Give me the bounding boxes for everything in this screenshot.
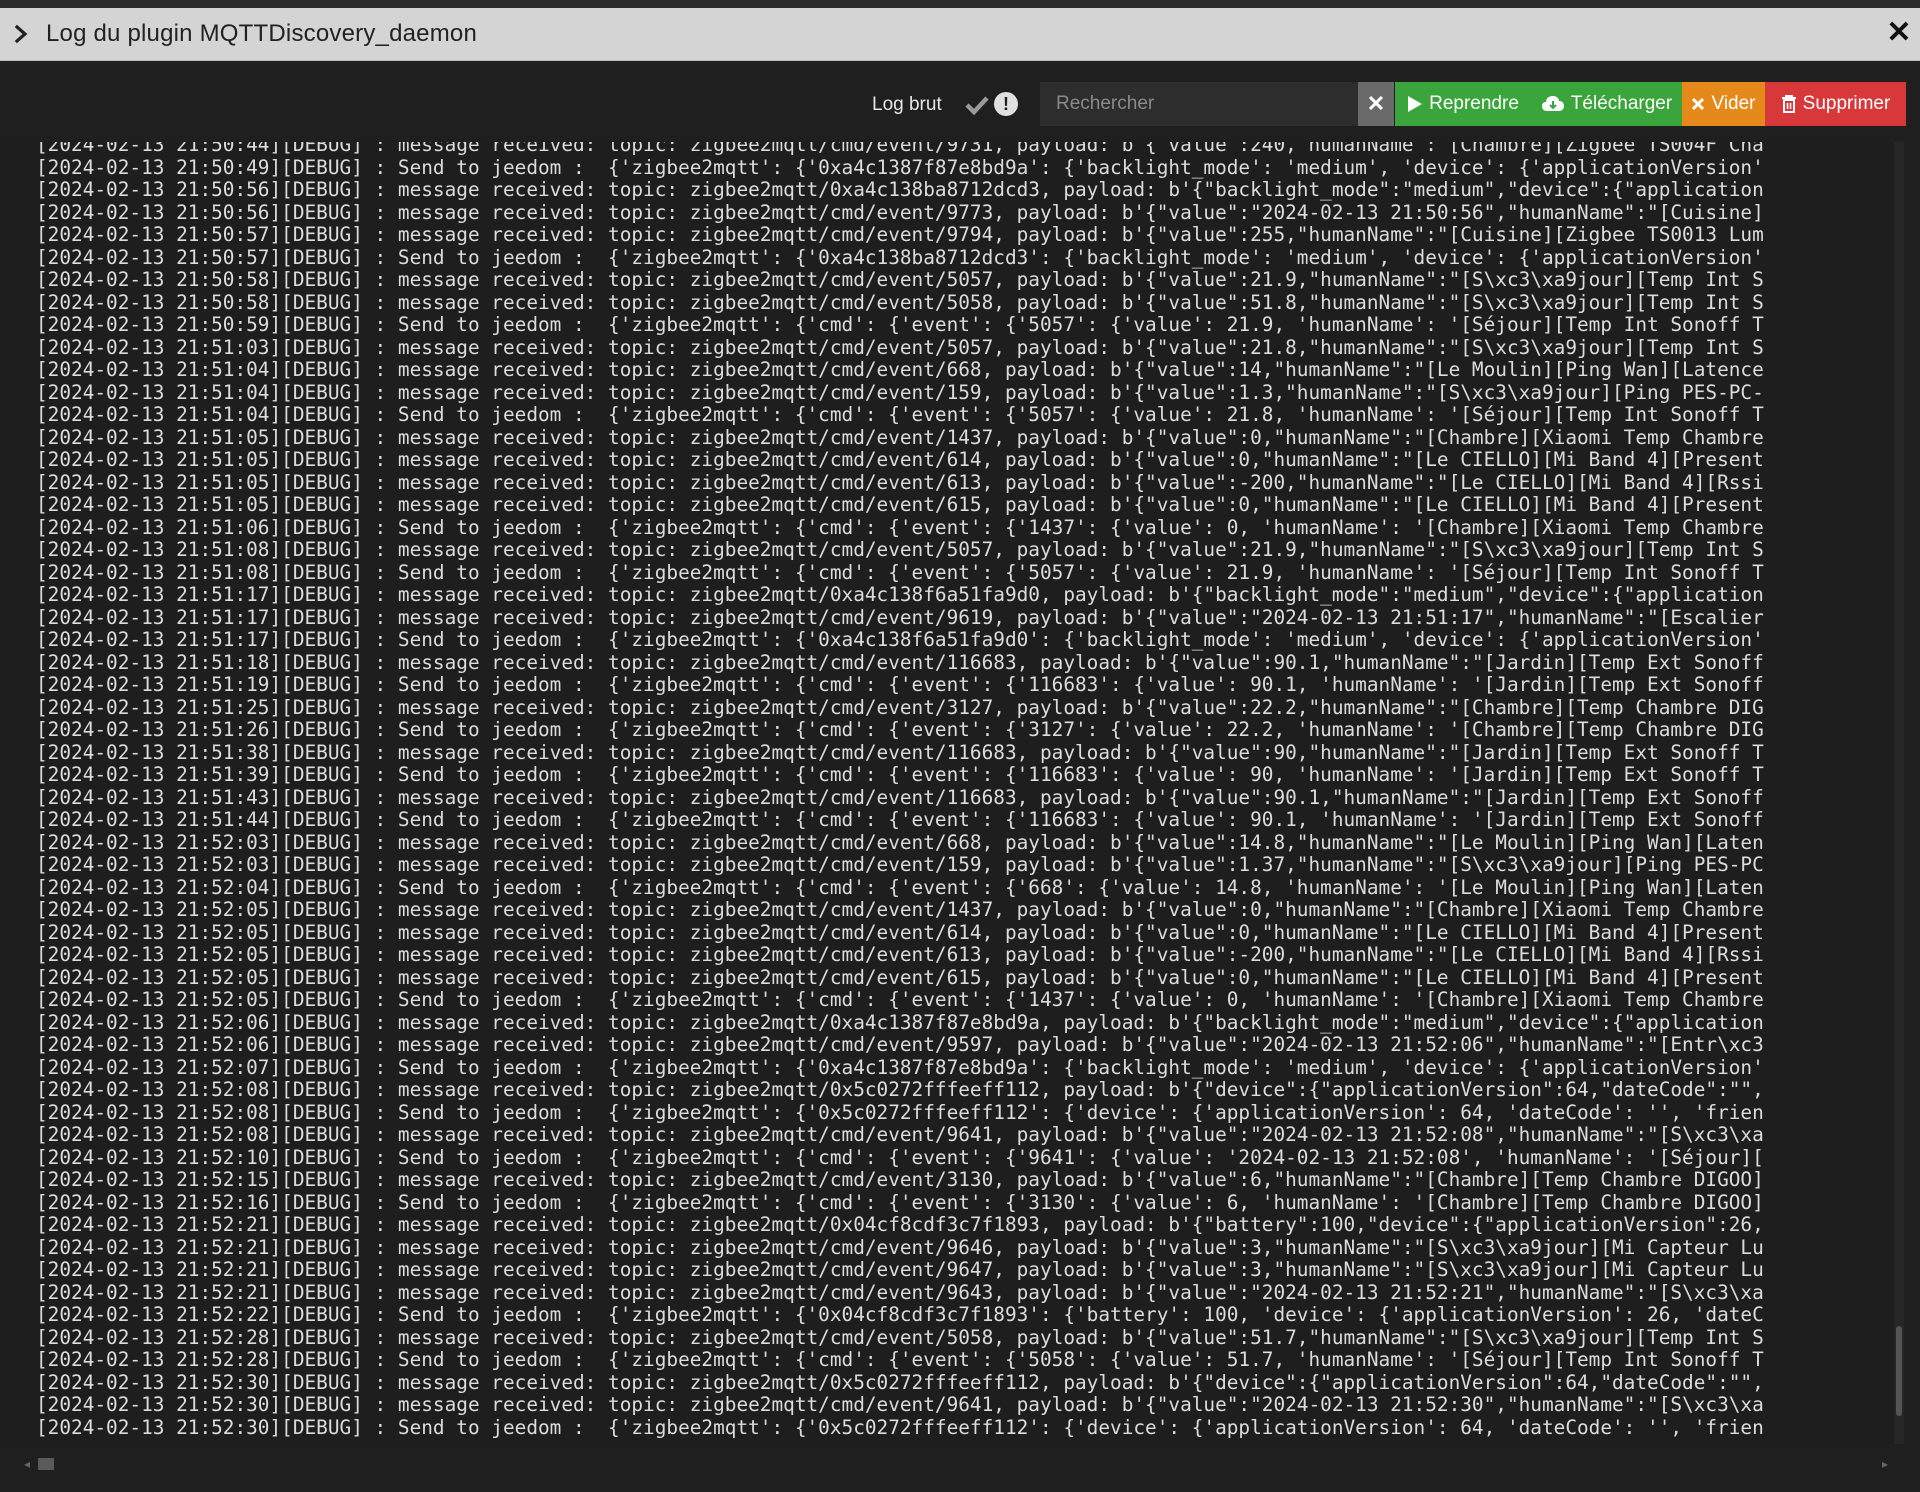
log-line: [2024-02-13 21:52:15][DEBUG] : message r… bbox=[36, 1169, 1764, 1191]
log-line: [2024-02-13 21:50:44][DEBUG] : message r… bbox=[36, 142, 1764, 156]
search-input[interactable] bbox=[1040, 82, 1358, 126]
raw-log-label: Log brut bbox=[872, 94, 942, 115]
log-line: [2024-02-13 21:52:05][DEBUG] : message r… bbox=[36, 966, 1764, 989]
log-line: [2024-02-13 21:52:08][DEBUG] : message r… bbox=[36, 1124, 1764, 1146]
log-line: [2024-02-13 21:51:38][DEBUG] : message r… bbox=[36, 741, 1764, 764]
log-output[interactable]: [2024-02-13 21:50:44][DEBUG] : message r… bbox=[0, 142, 1904, 1444]
clear-button[interactable]: Vider bbox=[1682, 82, 1765, 126]
log-line: [2024-02-13 21:52:21][DEBUG] : message r… bbox=[36, 1281, 1764, 1304]
log-line: [2024-02-13 21:52:21][DEBUG] : message r… bbox=[36, 1214, 1764, 1236]
modal-titlebar: Log du plugin MQTTDiscovery_daemon ✕ bbox=[0, 8, 1920, 61]
log-line: [2024-02-13 21:50:58][DEBUG] : message r… bbox=[36, 291, 1764, 314]
log-line: [2024-02-13 21:52:03][DEBUG] : message r… bbox=[36, 831, 1764, 854]
log-line: [2024-02-13 21:52:05][DEBUG] : message r… bbox=[36, 944, 1764, 966]
log-line: [2024-02-13 21:52:05][DEBUG] : Send to j… bbox=[36, 989, 1764, 1011]
log-line: [2024-02-13 21:52:04][DEBUG] : Send to j… bbox=[36, 876, 1764, 899]
log-line: [2024-02-13 21:51:08][DEBUG] : message r… bbox=[36, 539, 1764, 561]
log-line: [2024-02-13 21:51:05][DEBUG] : message r… bbox=[36, 449, 1764, 471]
log-line: [2024-02-13 21:51:43][DEBUG] : message r… bbox=[36, 786, 1764, 809]
log-line: [2024-02-13 21:52:07][DEBUG] : Send to j… bbox=[36, 1056, 1764, 1079]
close-icon[interactable]: ✕ bbox=[1884, 18, 1914, 48]
top-strip bbox=[0, 0, 1920, 8]
log-text: [2024-02-13 21:50:44][DEBUG] : message r… bbox=[36, 142, 1896, 1439]
log-line: [2024-02-13 21:51:03][DEBUG] : message r… bbox=[36, 336, 1764, 359]
log-line: [2024-02-13 21:52:03][DEBUG] : message r… bbox=[36, 854, 1764, 876]
log-line: [2024-02-13 21:52:05][DEBUG] : message r… bbox=[36, 899, 1764, 921]
log-line: [2024-02-13 21:50:56][DEBUG] : message r… bbox=[36, 201, 1764, 224]
log-line: [2024-02-13 21:52:30][DEBUG] : message r… bbox=[36, 1394, 1764, 1416]
scroll-left-icon[interactable]: ◂ bbox=[24, 1457, 30, 1471]
log-line: [2024-02-13 21:52:30][DEBUG] : Send to j… bbox=[36, 1416, 1764, 1439]
log-line: [2024-02-13 21:50:57][DEBUG] : Send to j… bbox=[36, 246, 1764, 269]
log-line: [2024-02-13 21:51:06][DEBUG] : Send to j… bbox=[36, 516, 1764, 539]
horizontal-scrollbar-thumb[interactable] bbox=[38, 1458, 54, 1470]
log-line: [2024-02-13 21:51:44][DEBUG] : Send to j… bbox=[36, 809, 1764, 831]
log-line: [2024-02-13 21:52:10][DEBUG] : Send to j… bbox=[36, 1146, 1764, 1169]
log-line: [2024-02-13 21:52:28][DEBUG] : message r… bbox=[36, 1326, 1764, 1349]
horizontal-scrollbar[interactable] bbox=[24, 1456, 1894, 1470]
log-line: [2024-02-13 21:51:19][DEBUG] : Send to j… bbox=[36, 674, 1764, 696]
download-button[interactable]: Télécharger bbox=[1531, 82, 1682, 126]
log-line: [2024-02-13 21:51:04][DEBUG] : message r… bbox=[36, 359, 1764, 381]
clear-button-label: Vider bbox=[1711, 93, 1756, 114]
log-line: [2024-02-13 21:50:49][DEBUG] : Send to j… bbox=[36, 156, 1764, 179]
log-line: [2024-02-13 21:51:05][DEBUG] : message r… bbox=[36, 471, 1764, 494]
resume-button[interactable]: Reprendre bbox=[1395, 82, 1531, 126]
log-line: [2024-02-13 21:52:06][DEBUG] : message r… bbox=[36, 1011, 1764, 1034]
check-icon[interactable] bbox=[964, 92, 990, 118]
log-line: [2024-02-13 21:51:04][DEBUG] : Send to j… bbox=[36, 404, 1764, 426]
log-line: [2024-02-13 21:51:25][DEBUG] : message r… bbox=[36, 696, 1764, 719]
vertical-scrollbar-thumb[interactable] bbox=[1896, 1326, 1902, 1416]
log-line: [2024-02-13 21:52:05][DEBUG] : message r… bbox=[36, 921, 1764, 944]
log-line: [2024-02-13 21:52:08][DEBUG] : message r… bbox=[36, 1079, 1764, 1101]
log-line: [2024-02-13 21:52:06][DEBUG] : message r… bbox=[36, 1034, 1764, 1056]
log-line: [2024-02-13 21:51:26][DEBUG] : Send to j… bbox=[36, 719, 1764, 741]
resume-button-label: Reprendre bbox=[1429, 93, 1519, 114]
download-button-label: Télécharger bbox=[1570, 93, 1673, 114]
search-clear-button[interactable]: ✕ bbox=[1358, 82, 1394, 126]
delete-button[interactable]: Supprimer bbox=[1765, 82, 1906, 126]
log-line: [2024-02-13 21:52:21][DEBUG] : message r… bbox=[36, 1259, 1764, 1281]
log-line: [2024-02-13 21:50:56][DEBUG] : message r… bbox=[36, 179, 1764, 201]
log-line: [2024-02-13 21:52:22][DEBUG] : Send to j… bbox=[36, 1304, 1764, 1326]
cloud-download-icon bbox=[1541, 95, 1565, 113]
log-line: [2024-02-13 21:51:04][DEBUG] : message r… bbox=[36, 381, 1764, 404]
log-line: [2024-02-13 21:51:05][DEBUG] : message r… bbox=[36, 494, 1764, 516]
trash-icon bbox=[1781, 95, 1797, 113]
log-line: [2024-02-13 21:51:17][DEBUG] : message r… bbox=[36, 584, 1764, 606]
log-line: [2024-02-13 21:51:39][DEBUG] : Send to j… bbox=[36, 764, 1764, 786]
scroll-right-icon[interactable]: ▸ bbox=[1882, 1457, 1888, 1471]
play-icon bbox=[1407, 95, 1423, 113]
delete-button-label: Supprimer bbox=[1802, 93, 1891, 114]
log-line: [2024-02-13 21:52:30][DEBUG] : message r… bbox=[36, 1371, 1764, 1394]
log-line: [2024-02-13 21:52:16][DEBUG] : Send to j… bbox=[36, 1191, 1764, 1214]
log-line: [2024-02-13 21:51:05][DEBUG] : message r… bbox=[36, 426, 1764, 449]
log-line: [2024-02-13 21:50:59][DEBUG] : Send to j… bbox=[36, 314, 1764, 336]
log-line: [2024-02-13 21:51:17][DEBUG] : message r… bbox=[36, 606, 1764, 629]
log-line: [2024-02-13 21:51:18][DEBUG] : message r… bbox=[36, 651, 1764, 674]
times-icon bbox=[1691, 97, 1705, 111]
modal-title: Log du plugin MQTTDiscovery_daemon bbox=[46, 20, 478, 47]
log-line: [2024-02-13 21:51:17][DEBUG] : Send to j… bbox=[36, 629, 1764, 651]
exclamation-circle-icon[interactable]: ! bbox=[994, 92, 1018, 116]
log-line: [2024-02-13 21:52:21][DEBUG] : message r… bbox=[36, 1236, 1764, 1259]
log-line: [2024-02-13 21:51:08][DEBUG] : Send to j… bbox=[36, 561, 1764, 584]
log-line: [2024-02-13 21:52:08][DEBUG] : Send to j… bbox=[36, 1101, 1764, 1124]
log-line: [2024-02-13 21:50:57][DEBUG] : message r… bbox=[36, 224, 1764, 246]
chevron-right-icon[interactable] bbox=[14, 23, 32, 45]
vertical-scrollbar[interactable] bbox=[1894, 142, 1904, 1444]
log-line: [2024-02-13 21:52:28][DEBUG] : Send to j… bbox=[36, 1349, 1764, 1371]
log-line: [2024-02-13 21:50:58][DEBUG] : message r… bbox=[36, 269, 1764, 291]
